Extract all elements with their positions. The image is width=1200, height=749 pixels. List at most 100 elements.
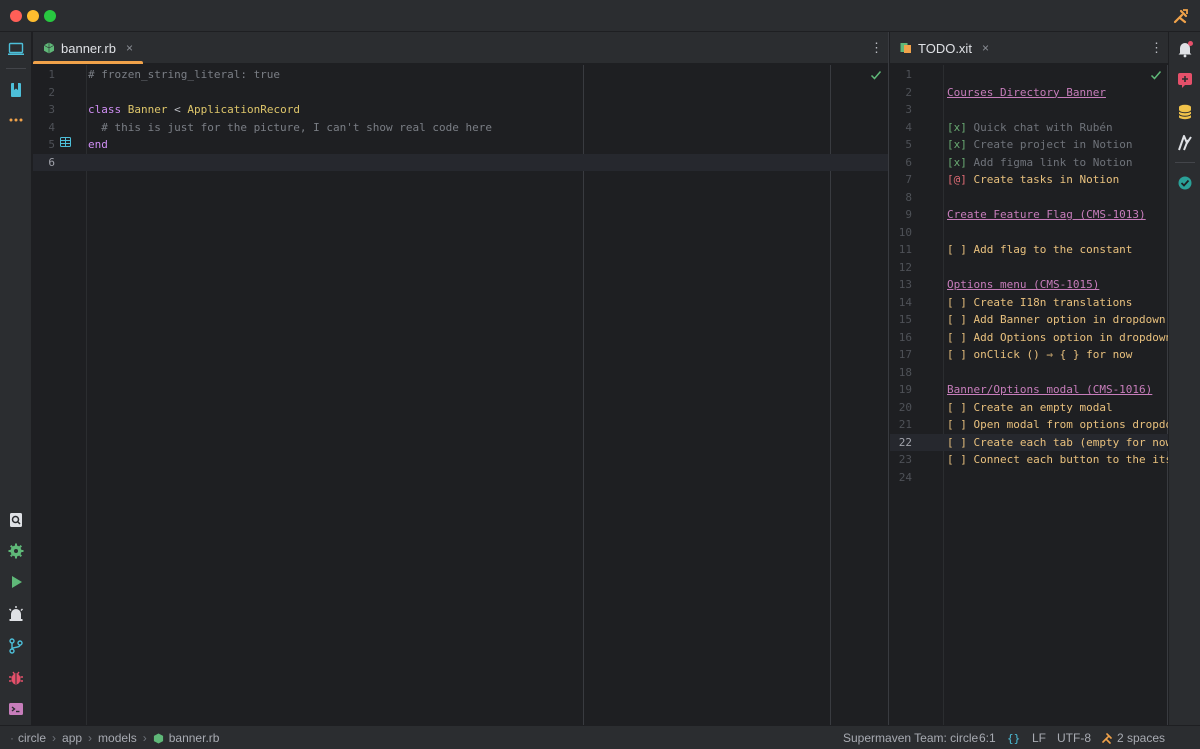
code-line[interactable]: 6 [x] Add figma link to Notion [890,154,1168,172]
tab-todo-xit[interactable]: TODO.xit × [890,32,999,64]
line-number: 2 [905,85,912,99]
code-line[interactable]: 4 # this is just for the picture, I can'… [33,119,888,137]
code-line[interactable]: 14 [ ] Create I18n translations [890,294,1168,312]
indent-setting[interactable]: 2 spaces [1101,731,1165,745]
token: < [167,103,188,116]
settings-icon[interactable] [6,541,26,561]
minimize-window-button[interactable] [27,10,39,22]
line-number: 24 [898,470,912,484]
code-line[interactable]: 3 class Banner < ApplicationRecord [33,101,888,119]
code-line[interactable]: 9 Create Feature Flag (CMS-1013) [890,206,1168,224]
code-line[interactable]: 19 Banner/Options modal (CMS-1016) [890,381,1168,399]
supermaven-status[interactable]: Supermaven Team: circle [843,731,978,745]
line-number: 7 [905,173,912,186]
code-line[interactable]: 5 end [33,136,888,154]
token: [ ] Connect each button to the its tab [947,453,1199,466]
zoom-window-button[interactable] [44,10,56,22]
line-text: Options menu (CMS-1015) [947,276,1099,294]
line-text: [ ] Add Banner option in dropdown [947,311,1166,329]
code-line[interactable]: 7 [@] Create tasks in Notion [890,171,1168,189]
code-line[interactable]: 21 [ ] Open modal from options dropdown [890,416,1186,434]
code-line[interactable]: 24 [890,469,1168,487]
tab-banner-rb[interactable]: banner.rb × [33,32,143,64]
line-number: 1 [905,68,912,81]
line-number: 15 [898,313,912,326]
caret-position[interactable]: 6:1 [979,731,996,745]
line-number: 12 [898,260,912,274]
code-line[interactable]: 1 [890,66,1168,84]
code-line[interactable]: 10 [890,224,1168,242]
line-text: [ ] Add Options option in dropdown [947,329,1172,347]
breadcrumb-item[interactable]: circle [18,731,46,745]
line-text: [ ] Create I18n translations [947,294,1132,312]
gradle-icon[interactable] [1175,133,1195,153]
code-line[interactable]: 11 [ ] Add flag to the constant [890,241,1168,259]
code-line[interactable]: 13 Options menu (CMS-1015) [890,276,1168,294]
chevron-right-icon: › [88,731,93,745]
code-line[interactable]: 22 [ ] Create each tab (empty for now) [890,433,1179,451]
token: # this is just for the picture, I can't … [88,120,492,134]
line-text: [ ] Create an empty modal [947,399,1113,417]
code-line[interactable]: 23 [ ] Connect each button to the its tab [890,451,1199,469]
code-line[interactable]: 5 [x] Create project in Notion [890,136,1168,154]
close-tab-icon[interactable]: × [126,41,133,55]
token: [x] [947,155,967,169]
line-text: [ ] Add flag to the constant [947,241,1132,259]
line-text: [@] Create tasks in Notion [947,171,1119,189]
code-line[interactable]: 12 [890,259,1168,277]
code-editor[interactable]: 1 # frozen_string_literal: true 2 3 class Ba… [33,65,888,725]
breadcrumb-item[interactable]: banner.rb [169,731,220,745]
token: Courses Directory Banner [947,85,1106,99]
close-tab-icon[interactable]: × [982,41,989,55]
code-line[interactable]: 20 [ ] Create an empty modal [890,399,1168,417]
code-line[interactable]: 2 Courses Directory Banner [890,84,1168,102]
run-icon[interactable] [6,572,26,592]
line-number: 4 [905,120,912,134]
breadcrumb: · circle › app › models › banner.rb [10,731,220,745]
line-ending[interactable]: LF [1032,731,1046,745]
services-icon[interactable] [6,604,26,624]
build-tools-icon[interactable] [1172,7,1190,25]
code-line[interactable]: 3 [890,101,1168,119]
code-line[interactable]: 16 [ ] Add Options option in dropdown [890,329,1172,347]
debug-icon[interactable] [6,668,26,688]
notifications-icon[interactable] [1175,39,1195,59]
find-icon[interactable] [6,510,26,530]
code-line[interactable]: 17 [ ] onClick () ⇒ { } for now [890,346,1168,364]
git-icon[interactable] [6,636,26,656]
code-line[interactable]: 15 [ ] Add Banner option in dropdown [890,311,1168,329]
bookmarks-icon[interactable] [6,80,26,100]
close-window-button[interactable] [10,10,22,22]
line-number: 3 [905,103,912,116]
code-line[interactable]: 2 [33,84,888,102]
line-text: [x] Create project in Notion [947,136,1132,154]
code-line[interactable]: 18 [890,364,1168,382]
line-text: class Banner < ApplicationRecord [88,101,300,119]
token: [ ] Add Banner option in dropdown [947,313,1166,326]
code-line[interactable]: 4 [x] Quick chat with Rubén [890,119,1168,137]
right-editor: TODO.xit × ⋮ 1 2 Courses Directory Banner 3… [890,32,1199,725]
terminal-icon[interactable] [6,699,26,719]
json-braces-icon[interactable]: {} [1007,732,1020,745]
code-line[interactable]: 8 [890,189,1168,207]
more-options-icon[interactable]: ⋮ [870,41,883,55]
left-tool-strip [0,32,32,725]
breadcrumb-item[interactable]: app [62,731,82,745]
xit-file-icon [900,43,911,53]
code-line[interactable]: 6 [33,153,888,171]
ai-assistant-icon[interactable] [1175,70,1195,90]
token: [ ] Add flag to the constant [947,243,1133,256]
file-encoding[interactable]: UTF-8 [1057,731,1091,745]
check-icon[interactable] [1175,173,1195,193]
project-icon[interactable] [6,39,26,59]
line-text: # frozen_string_literal: true [88,66,280,84]
line-number: 21 [898,418,912,431]
line-text: [x] Quick chat with Rubén [947,119,1113,137]
todo-editor[interactable]: 1 2 Courses Directory Banner 3 4 [x] Quick ch… [890,65,1199,725]
code-line[interactable]: 1 # frozen_string_literal: true [33,66,888,84]
more-options-icon[interactable]: ⋮ [1150,41,1163,55]
database-icon[interactable] [1175,102,1195,122]
token: [x] [947,120,967,134]
breadcrumb-item[interactable]: models [98,731,137,745]
more-icon[interactable] [6,110,26,130]
